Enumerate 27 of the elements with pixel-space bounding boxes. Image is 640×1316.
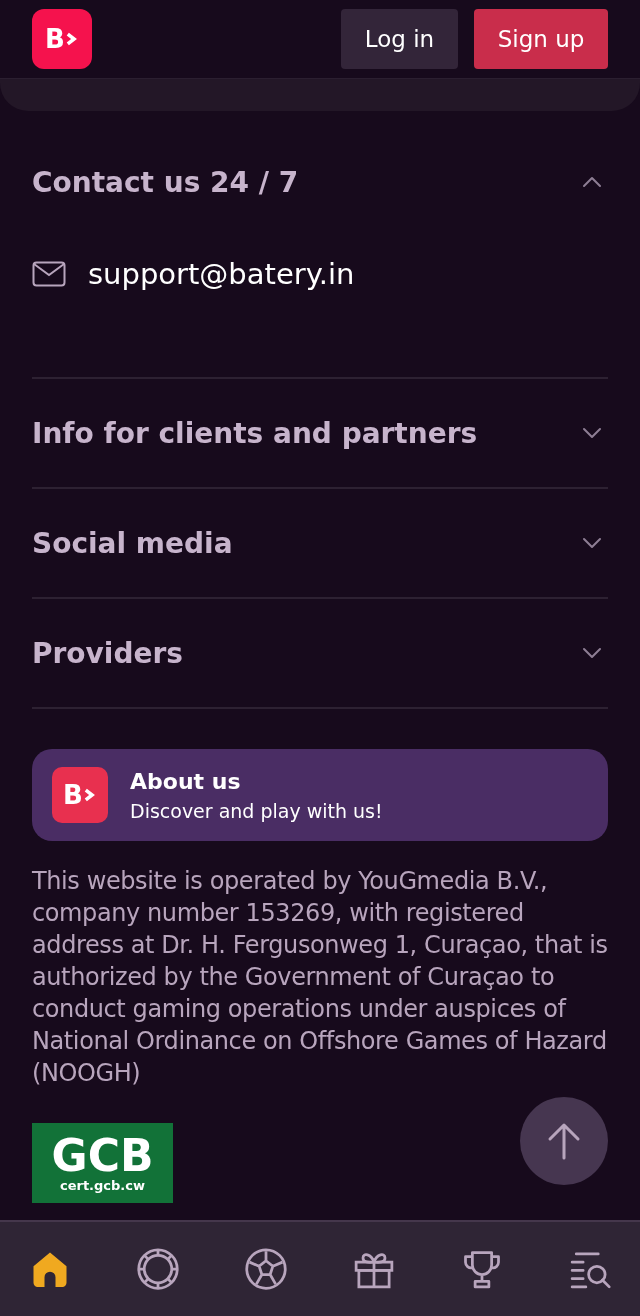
chevron-down-icon <box>582 647 602 659</box>
football-icon <box>244 1247 288 1291</box>
accordion-header[interactable]: Info for clients and partners <box>32 379 608 487</box>
chevron-up-icon <box>582 176 602 188</box>
arrow-up-icon <box>547 1122 581 1160</box>
chip-icon <box>136 1247 180 1291</box>
email-link[interactable]: support@batery.in <box>32 257 608 291</box>
about-subtitle: Discover and play with us! <box>130 799 383 822</box>
chevron-down-icon <box>582 427 602 439</box>
accordion-header[interactable]: Providers <box>32 599 608 707</box>
chevron-icon <box>64 30 79 48</box>
chevron-down-icon <box>582 537 602 549</box>
about-card[interactable]: B About us Discover and play with us! <box>32 749 608 841</box>
legal-text: This website is operated by YouGmedia B.V., company number 153269, with registered address at Dr. H. Fergusonweg 1, Curaçao, that is authorized by the Government of Curaçao to conduct gaming operations under auspices of National Ordinance on Offshore Games of Hazard (NOOGH) <box>32 866 608 1089</box>
accordion-header[interactable]: Social media <box>32 489 608 597</box>
license-badge[interactable]: GCB cert.gcb.cw <box>32 1123 173 1203</box>
accordion-header[interactable]: Contact us 24 / 7 <box>32 111 608 253</box>
mail-icon <box>32 261 66 287</box>
logo-letter: B <box>45 26 64 52</box>
about-title: About us <box>130 768 242 794</box>
logo-letter: B <box>63 782 82 808</box>
login-button[interactable]: Log in <box>341 9 458 69</box>
chevron-icon <box>82 786 97 804</box>
badge-title: GCB <box>51 1133 154 1178</box>
signup-button[interactable]: Sign up <box>474 9 608 69</box>
badge-url: cert.gcb.cw <box>59 1177 146 1193</box>
logo[interactable]: B <box>32 9 92 69</box>
